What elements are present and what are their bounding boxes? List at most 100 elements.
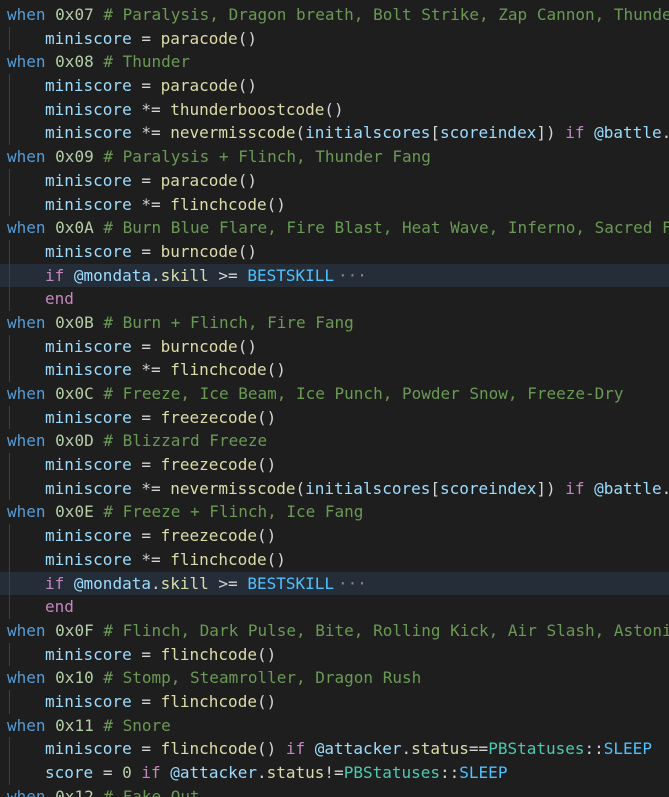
code-text: end [45, 289, 74, 309]
code-editor[interactable]: when 0x07 # Paralysis, Dragon breath, Bo… [0, 0, 669, 797]
indent-guide [9, 97, 10, 122]
case-comment: # Stomp, Steamroller, Dragon Rush [103, 668, 422, 688]
code-text: miniscore *= nevermisscode(initialscores… [45, 478, 669, 498]
case-code: 0x0E [55, 502, 94, 522]
indent-guide [9, 571, 10, 596]
code-line[interactable]: when 0x0D # Blizzard Freeze [0, 429, 669, 453]
code-line[interactable]: when 0x08 # Thunder [0, 50, 669, 74]
case-comment: # Fake Out [103, 786, 200, 797]
code-line[interactable]: when 0x0B # Burn + Flinch, Fire Fang [0, 311, 669, 335]
indent-guide [9, 524, 10, 548]
when-keyword: when [7, 786, 46, 797]
case-comment: # Flinch, Dark Pulse, Bite, Rolling Kick… [103, 620, 669, 640]
code-line[interactable]: when 0x07 # Paralysis, Dragon breath, Bo… [0, 3, 669, 27]
indent-guide [9, 26, 10, 51]
when-keyword: when [7, 384, 46, 403]
code-line[interactable]: miniscore = burncode() [0, 239, 669, 264]
code-line[interactable]: miniscore *= nevermisscode(initialscores… [0, 121, 669, 146]
code-text: miniscore = paracode() [45, 170, 257, 190]
code-line[interactable]: miniscore = paracode() [0, 168, 669, 193]
code-line[interactable]: miniscore *= nevermisscode(initialscores… [0, 476, 669, 501]
indent-guide [9, 287, 10, 311]
folded-region-ellipsis[interactable]: ··· [338, 266, 367, 285]
code-line[interactable]: miniscore *= flinchcode() [0, 547, 669, 572]
case-code: 0x0C [55, 384, 94, 403]
code-line[interactable]: miniscore = freezecode() [0, 524, 669, 548]
indent-guide [9, 192, 10, 217]
when-keyword: when [7, 620, 46, 640]
indent-guide [9, 74, 10, 98]
code-text: miniscore = flinchcode() [45, 644, 277, 664]
indent-guide [9, 168, 10, 193]
when-keyword: when [7, 715, 46, 735]
code-text: miniscore = freezecode() [45, 526, 277, 546]
code-line[interactable]: miniscore *= flinchcode() [0, 192, 669, 217]
code-text: score = 0 if @attacker.status!=PBStatuse… [45, 763, 508, 782]
code-line[interactable]: when 0x0A # Burn Blue Flare, Fire Blast,… [0, 216, 669, 240]
code-text: miniscore = burncode() [45, 336, 257, 356]
when-keyword: when [7, 5, 46, 24]
code-text: miniscore *= thunderboostcode() [45, 99, 344, 119]
code-text: miniscore = freezecode() [45, 455, 277, 475]
when-keyword: when [7, 502, 46, 522]
code-line[interactable]: when 0x0C # Freeze, Ice Beam, Ice Punch,… [0, 382, 669, 406]
code-line[interactable]: when 0x0E # Freeze + Flinch, Ice Fang [0, 500, 669, 524]
indent-guide [9, 761, 10, 785]
when-keyword: when [7, 312, 46, 332]
code-line[interactable]: when 0x12 # Fake Out [0, 785, 669, 797]
case-code: 0x0A [55, 218, 94, 238]
case-comment: # Freeze, Ice Beam, Ice Punch, Powder Sn… [103, 384, 624, 403]
case-code: 0x12 [55, 786, 94, 797]
indent-guide [9, 453, 10, 477]
indent-guide [9, 239, 10, 264]
indent-guide [9, 121, 10, 146]
case-code: 0x11 [55, 715, 94, 735]
code-line[interactable]: score = 0 if @attacker.status!=PBStatuse… [0, 761, 669, 785]
case-comment: # Paralysis, Dragon breath, Bolt Strike,… [103, 5, 669, 24]
case-code: 0x07 [55, 5, 94, 24]
code-line[interactable]: miniscore = paracode() [0, 74, 669, 98]
code-line[interactable]: end [0, 595, 669, 619]
indent-guide [9, 737, 10, 761]
when-keyword: when [7, 52, 46, 72]
code-line[interactable]: if @mondata.skill >= BESTSKILL ··· [0, 571, 669, 596]
indent-guide [9, 263, 10, 288]
case-code: 0x0B [55, 312, 94, 332]
code-line[interactable]: if @mondata.skill >= BESTSKILL ··· [0, 263, 669, 288]
case-comment: # Freeze + Flinch, Ice Fang [103, 502, 364, 522]
code-line[interactable]: miniscore = freezecode() [0, 453, 669, 477]
case-code: 0x0F [55, 620, 94, 640]
case-comment: # Burn + Flinch, Fire Fang [103, 312, 354, 332]
code-line[interactable]: miniscore *= thunderboostcode() [0, 97, 669, 122]
code-text: end [45, 597, 74, 617]
indent-guide [9, 358, 10, 382]
code-line[interactable]: when 0x11 # Snore [0, 714, 669, 738]
case-comment: # Paralysis + Flinch, Thunder Fang [103, 147, 431, 167]
code-text: if @mondata.skill >= BESTSKILL [45, 573, 335, 593]
indent-guide [9, 547, 10, 572]
case-comment: # Burn Blue Flare, Fire Blast, Heat Wave… [103, 218, 669, 238]
code-text: miniscore = flinchcode() [45, 691, 277, 711]
code-line[interactable]: miniscore = burncode() [0, 334, 669, 359]
code-text: miniscore *= flinchcode() [45, 360, 286, 380]
case-code: 0x0D [55, 431, 94, 451]
code-text: miniscore = flinchcode() if @attacker.st… [45, 739, 652, 759]
code-line[interactable]: miniscore *= flinchcode() [0, 358, 669, 382]
case-comment: # Thunder [103, 52, 191, 72]
code-text: miniscore *= flinchcode() [45, 194, 286, 214]
code-line[interactable]: end [0, 287, 669, 311]
when-keyword: when [7, 147, 46, 167]
code-text: miniscore *= nevermisscode(initialscores… [45, 123, 669, 143]
when-keyword: when [7, 431, 46, 451]
code-line[interactable]: miniscore = paracode() [0, 26, 669, 51]
code-line[interactable]: miniscore = flinchcode() if @attacker.st… [0, 737, 669, 761]
code-line[interactable]: miniscore = flinchcode() [0, 689, 669, 714]
code-line[interactable]: when 0x0F # Flinch, Dark Pulse, Bite, Ro… [0, 619, 669, 643]
code-text: miniscore = paracode() [45, 76, 257, 96]
code-line[interactable]: when 0x09 # Paralysis + Flinch, Thunder … [0, 145, 669, 169]
code-text: miniscore = burncode() [45, 241, 257, 261]
folded-region-ellipsis[interactable]: ··· [338, 574, 367, 593]
code-line[interactable]: miniscore = freezecode() [0, 405, 669, 430]
code-line[interactable]: miniscore = flinchcode() [0, 642, 669, 667]
code-line[interactable]: when 0x10 # Stomp, Steamroller, Dragon R… [0, 666, 669, 690]
